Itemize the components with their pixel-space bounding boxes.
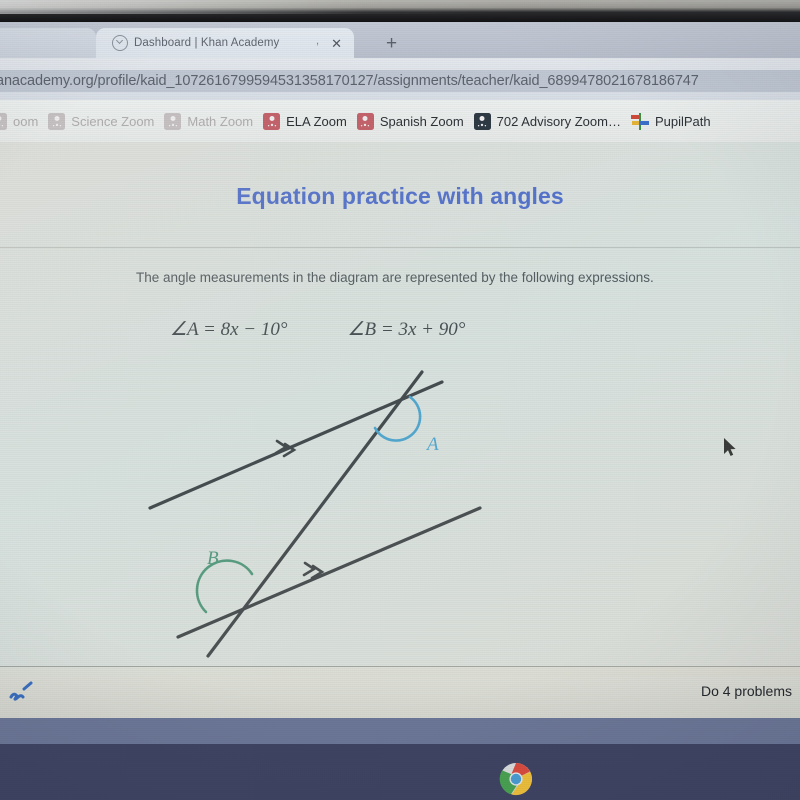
bookmarks-bar: oom Science Zoom Math Zoom ELA Zoom Span… <box>0 100 800 142</box>
browser-tab-khan-academy[interactable]: Dashboard | Khan Academy , ✕ <box>96 28 354 58</box>
laptop-bezel <box>0 0 800 22</box>
zoom-icon <box>263 112 281 130</box>
bookmark-label: Science Zoom <box>71 113 155 129</box>
photo-of-laptop-screen: Dashboard | Khan Academy , ✕ + anacademy… <box>0 0 800 800</box>
exercise-action-bar: Do 4 problems <box>0 666 800 719</box>
angle-a-label: A <box>425 434 439 455</box>
bookmark-label: oom <box>13 113 39 129</box>
transversal-line <box>206 370 424 658</box>
bookmark-oom[interactable]: oom <box>0 112 39 130</box>
khan-academy-favicon <box>112 35 128 51</box>
zoom-icon <box>356 112 374 130</box>
angle-b-label: B <box>207 548 219 569</box>
browser-omnibox-row: anacademy.org/profile/kaid_1072616799594… <box>0 58 800 100</box>
lower-parallel-line <box>176 506 482 639</box>
pupilpath-icon <box>630 112 649 130</box>
angle-diagram: A B <box>130 360 530 660</box>
page-title: Equation practice with angles <box>236 182 564 209</box>
bookmark-702-advisory-zoom[interactable]: 702 Advisory Zoom… <box>473 112 621 130</box>
chrome-icon[interactable] <box>499 762 533 796</box>
angle-diagram-svg: A B <box>148 370 482 658</box>
header-divider <box>0 247 800 248</box>
expression-angle-b: ∠B = 3x + 90° <box>347 319 466 340</box>
pencil-scribble-icon[interactable] <box>6 679 40 705</box>
bookmark-ela-zoom[interactable]: ELA Zoom <box>263 112 347 130</box>
address-bar[interactable]: anacademy.org/profile/kaid_1072616799594… <box>0 70 800 92</box>
new-tab-button[interactable]: + <box>386 34 397 53</box>
bookmark-label: ELA Zoom <box>286 113 347 129</box>
exercise-header: Equation practice with angles <box>0 166 800 226</box>
bookmark-spanish-zoom[interactable]: Spanish Zoom <box>356 112 464 130</box>
browser-tab-strip: Dashboard | Khan Academy , ✕ + <box>0 22 800 58</box>
url-text: anacademy.org/profile/kaid_1072616799594… <box>0 73 699 89</box>
upper-parallel-line <box>148 380 444 510</box>
tab-title: Dashboard | Khan Academy <box>134 37 280 49</box>
bookmark-math-zoom[interactable]: Math Zoom <box>164 112 254 130</box>
zoom-icon <box>473 112 491 130</box>
tab-separator: , <box>316 35 320 47</box>
khan-academy-exercise-page: Equation practice with angles The angle … <box>0 142 800 676</box>
zoom-icon <box>0 112 7 130</box>
bookmark-label: 702 Advisory Zoom… <box>496 113 621 129</box>
do-problems-label: Do 4 problems <box>700 683 792 699</box>
zoom-icon <box>48 112 66 130</box>
question-prompt: The angle measurements in the diagram ar… <box>136 270 654 285</box>
bookmark-label: PupilPath <box>654 113 711 129</box>
os-taskbar <box>0 744 800 800</box>
bezel-glare <box>0 0 520 14</box>
bookmark-pupilpath[interactable]: PupilPath <box>630 112 711 130</box>
close-icon[interactable]: ✕ <box>325 37 348 50</box>
zoom-icon <box>164 112 182 130</box>
bookmark-science-zoom[interactable]: Science Zoom <box>48 112 155 130</box>
angle-b-arc <box>195 559 254 614</box>
bookmark-label: Math Zoom <box>187 113 254 129</box>
expression-angle-a: ∠A = 8x − 10° <box>170 319 288 340</box>
angle-expressions: ∠A = 8x − 10° ∠B = 3x + 90° <box>170 318 465 341</box>
mouse-cursor <box>724 438 738 458</box>
shelf-upper-band <box>0 718 800 744</box>
bookmark-label: Spanish Zoom <box>379 113 464 129</box>
tab-partially-offscreen[interactable] <box>0 28 96 58</box>
